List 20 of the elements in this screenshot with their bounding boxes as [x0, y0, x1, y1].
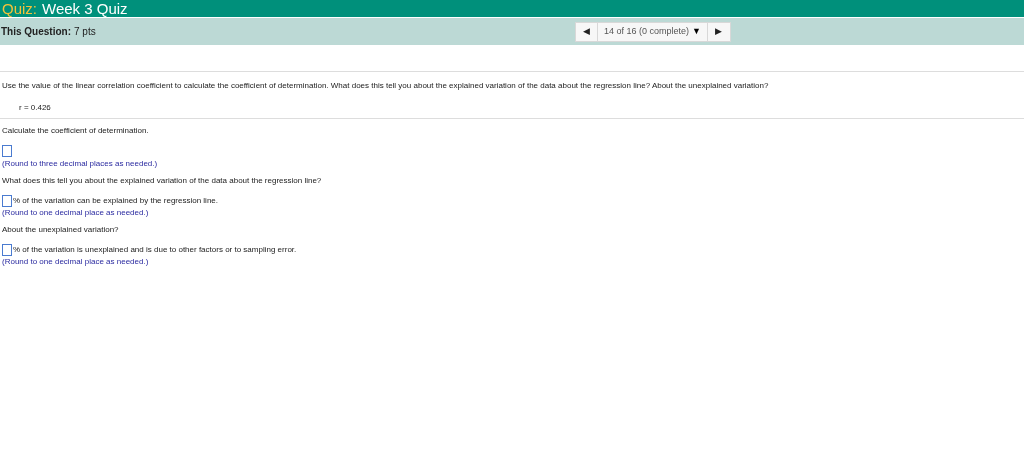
- previous-button[interactable]: ◀: [576, 22, 598, 41]
- answer-sentence: % of the variation can be explained by the regression line.: [13, 195, 218, 207]
- question-points: 7 pts: [74, 25, 96, 39]
- question-selector[interactable]: 14 of 16 (0 complete) ▼: [598, 22, 708, 41]
- answer-box[interactable]: [2, 195, 12, 207]
- question-text: Use the value of the linear correlation coefficient to calculate the coefficient of determination. What does this tell you about the explained variation of the data about the regression line? About the unexplained variation?: [2, 80, 770, 92]
- rounding-hint: (Round to three decimal places as needed.): [2, 158, 159, 170]
- answer-sentence: % of the variation is unexplained and is due to other factors or to sampling error.: [13, 244, 297, 256]
- next-button[interactable]: ▶: [708, 22, 730, 41]
- question-label: This Question:: [1, 25, 71, 39]
- part-prompt: About the unexplained variation?: [2, 224, 120, 236]
- given-value: r = 0.426: [19, 102, 52, 114]
- answer-box[interactable]: [2, 145, 12, 157]
- quiz-title: Week 3 Quiz: [42, 0, 128, 17]
- quiz-label: Quiz:: [2, 0, 37, 17]
- part-prompt: What does this tell you about the explained variation of the data about the regression line?: [2, 175, 323, 187]
- answer-box[interactable]: [2, 244, 12, 256]
- rounding-hint: (Round to one decimal place as needed.): [2, 207, 150, 219]
- part-prompt: Calculate the coefficient of determination.: [2, 125, 150, 137]
- rounding-hint: (Round to one decimal place as needed.): [2, 256, 150, 268]
